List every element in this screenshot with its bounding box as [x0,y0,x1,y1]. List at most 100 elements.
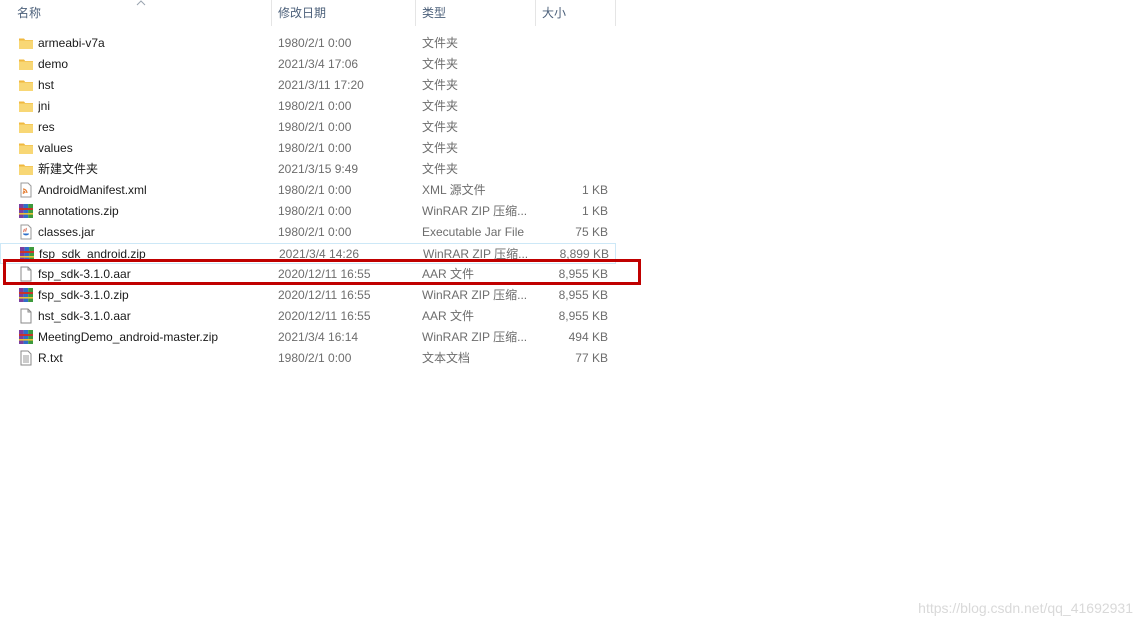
file-type: WinRAR ZIP 压缩... [422,288,528,302]
file-name: values [38,141,73,155]
file-type: 文件夹 [422,162,459,176]
file-size [540,117,608,138]
file-size: 8,955 KB [558,288,608,302]
file-type: 文件夹 [422,36,459,50]
file-modified-date: 2021/3/4 16:14 [278,330,359,344]
winrar-archive-icon [18,203,34,219]
file-modified-date: 2020/12/11 16:55 [278,267,371,281]
file-row[interactable]: R.txt 1980/2/1 0:00 文本文档 77 KB [0,348,616,369]
column-divider[interactable] [535,0,536,26]
file-type: WinRAR ZIP 压缩... [423,247,529,261]
file-modified-date: 1980/2/1 0:00 [278,183,352,197]
folder-icon [18,98,34,114]
folder-icon [18,161,34,177]
file-row[interactable]: values 1980/2/1 0:00 文件夹 [0,138,616,159]
file-type: 文件夹 [422,78,459,92]
file-modified-date: 1980/2/1 0:00 [278,99,352,113]
file-name: demo [38,57,69,71]
file-name: res [38,120,55,134]
column-divider[interactable] [271,0,272,26]
file-row[interactable]: classes.jar 1980/2/1 0:00 Executable Jar F… [0,222,616,243]
file-list: armeabi-v7a 1980/2/1 0:00 文件夹 demo 2021/3/4 … [0,33,616,369]
column-header-bar: 名称 修改日期 类型 大小 [0,0,616,26]
file-row[interactable]: jni 1980/2/1 0:00 文件夹 [0,96,616,117]
file-size [540,138,608,159]
file-size: 8,899 KB [559,247,609,261]
file-size [540,75,608,96]
file-size: 8,955 KB [558,267,608,281]
xml-file-icon [18,182,34,198]
file-modified-date: 1980/2/1 0:00 [278,351,352,365]
blank-file-icon [18,308,34,324]
file-modified-date: 2021/3/11 17:20 [278,78,364,92]
column-header-type[interactable]: 类型 [422,0,532,26]
file-name: jni [38,99,51,113]
file-type: WinRAR ZIP 压缩... [422,330,528,344]
file-row[interactable]: res 1980/2/1 0:00 文件夹 [0,117,616,138]
file-size: 77 KB [575,351,608,365]
file-row[interactable]: demo 2021/3/4 17:06 文件夹 [0,54,616,75]
file-type: 文件夹 [422,120,459,134]
file-modified-date: 1980/2/1 0:00 [278,141,352,155]
winrar-archive-icon [19,246,35,262]
jar-file-icon [18,224,34,240]
file-name: fsp_sdk-3.1.0.zip [38,288,129,302]
file-row[interactable]: AndroidManifest.xml 1980/2/1 0:00 XML 源文件 1… [0,180,616,201]
winrar-archive-icon [18,287,34,303]
column-header-date[interactable]: 修改日期 [278,0,408,26]
file-row[interactable]: fsp_sdk-3.1.0.aar 2020/12/11 16:55 AAR 文件 8… [0,264,616,285]
file-type: AAR 文件 [422,309,475,323]
folder-icon [18,56,34,72]
file-name: fsp_sdk_android.zip [39,247,146,261]
file-size: 8,955 KB [558,309,608,323]
column-header-name[interactable]: 名称 [17,0,267,26]
file-modified-date: 1980/2/1 0:00 [278,225,352,239]
file-name: hst [38,78,55,92]
folder-icon [18,140,34,156]
file-type: AAR 文件 [422,267,475,281]
file-size [540,96,608,117]
file-row[interactable]: fsp_sdk-3.1.0.zip 2020/12/11 16:55 WinRAR … [0,285,616,306]
file-modified-date: 1980/2/1 0:00 [278,204,352,218]
file-row[interactable]: hst_sdk-3.1.0.aar 2020/12/11 16:55 AAR 文件 8… [0,306,616,327]
file-name: classes.jar [38,225,95,239]
file-size [540,33,608,54]
file-size [540,159,608,180]
folder-icon [18,35,34,51]
blank-file-icon [18,266,34,282]
file-modified-date: 1980/2/1 0:00 [278,36,352,50]
file-type: 文件夹 [422,99,459,113]
file-row[interactable]: 新建文件夹 2021/3/15 9:49 文件夹 [0,159,616,180]
file-size: 494 KB [568,330,608,344]
file-type: 文本文档 [422,351,471,365]
file-row[interactable]: hst 2021/3/11 17:20 文件夹 [0,75,616,96]
folder-icon [18,119,34,135]
file-row[interactable]: armeabi-v7a 1980/2/1 0:00 文件夹 [0,33,616,54]
file-row[interactable]: annotations.zip 1980/2/1 0:00 WinRAR ZIP 压… [0,201,616,222]
file-modified-date: 2020/12/11 16:55 [278,288,371,302]
file-modified-date: 1980/2/1 0:00 [278,120,352,134]
file-row[interactable]: MeetingDemo_android-master.zip 2021/3/4 1… [0,327,616,348]
watermark-text: https://blog.csdn.net/qq_41692931 [918,600,1133,616]
file-name: 新建文件夹 [38,162,99,176]
column-divider[interactable] [615,0,616,26]
file-modified-date: 2021/3/4 17:06 [278,57,359,71]
file-type: 文件夹 [422,57,459,71]
file-name: R.txt [38,351,63,365]
text-file-icon [18,350,34,366]
file-type: Executable Jar File [422,225,525,239]
file-name: fsp_sdk-3.1.0.aar [38,267,131,281]
file-size: 75 KB [575,225,608,239]
folder-icon [18,77,34,93]
file-name: annotations.zip [38,204,119,218]
file-name: AndroidManifest.xml [38,183,147,197]
file-size: 1 KB [581,183,608,197]
file-row[interactable]: fsp_sdk_android.zip 2021/3/4 14:26 WinRAR … [0,243,616,264]
file-size: 1 KB [581,204,608,218]
column-divider[interactable] [415,0,416,26]
file-size [540,54,608,75]
file-modified-date: 2020/12/11 16:55 [278,309,371,323]
winrar-archive-icon [18,329,34,345]
column-header-size[interactable]: 大小 [542,0,612,26]
file-type: WinRAR ZIP 压缩... [422,204,528,218]
